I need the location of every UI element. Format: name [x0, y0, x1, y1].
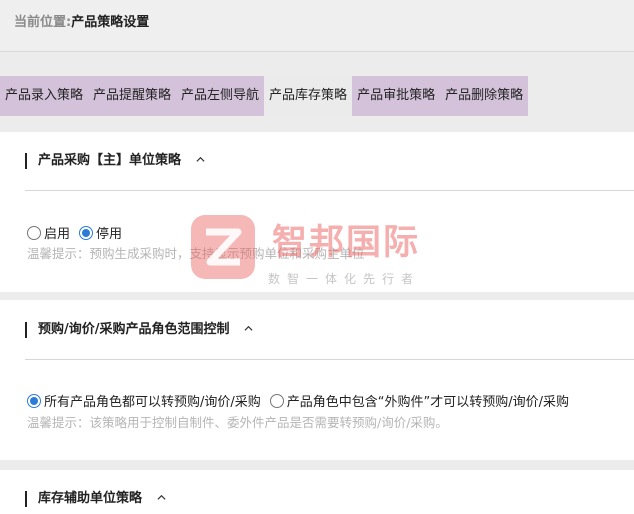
section-divider	[25, 359, 634, 360]
section-title: 预购/询价/采购产品角色范围控制	[38, 322, 230, 337]
radio-disable[interactable]: 停用	[79, 223, 122, 242]
section-role-scope: 预购/询价/采购产品角色范围控制 所有产品角色都可以转预购/询价/采购 产品角色…	[0, 300, 634, 460]
breadcrumb: 当前位置:产品策略设置	[0, 0, 634, 52]
radio-all-roles[interactable]: 所有产品角色都可以转预购/询价/采购	[27, 391, 261, 410]
radio-button[interactable]	[27, 225, 41, 240]
radio-label: 启用	[44, 227, 71, 242]
chevron-up-icon[interactable]	[196, 155, 205, 164]
chevron-up-icon[interactable]	[244, 324, 253, 333]
radio-label: 所有产品角色都可以转预购/询价/采购	[44, 395, 261, 410]
section-header[interactable]: 库存辅助单位策略	[25, 491, 166, 507]
radio-button-checked[interactable]	[27, 393, 41, 408]
tab-product-left-nav[interactable]: 产品左侧导航	[176, 76, 265, 116]
section-header[interactable]: 产品采购【主】单位策略	[25, 153, 205, 169]
tab-product-approval[interactable]: 产品审批策略	[352, 76, 441, 116]
radio-label: 产品角色中包含“外购件”才可以转预购/询价/采购	[286, 395, 569, 410]
radio-group-purchase-unit: 启用 停用	[27, 223, 131, 242]
section-divider	[25, 190, 634, 191]
radio-outsourced-only[interactable]: 产品角色中包含“外购件”才可以转预购/询价/采购	[269, 391, 569, 410]
tab-product-reminder[interactable]: 产品提醒策略	[88, 76, 177, 116]
radio-group-role-scope: 所有产品角色都可以转预购/询价/采购 产品角色中包含“外购件”才可以转预购/询价…	[27, 391, 578, 410]
section-title: 产品采购【主】单位策略	[38, 153, 182, 168]
breadcrumb-prefix: 当前位置:	[14, 15, 72, 30]
radio-button-checked[interactable]	[79, 225, 94, 240]
hint-text: 温馨提示：预购生成采购时，支持显示预购单位和采购主单位	[27, 246, 365, 261]
hint-text: 温馨提示：该策略用于控制自制件、委外件产品是否需要转预购/询价/采购。	[27, 415, 448, 430]
tab-product-entry[interactable]: 产品录入策略	[0, 76, 89, 116]
strategy-tabs: 产品录入策略 产品提醒策略 产品左侧导航 产品库存策略 产品审批策略 产品删除策…	[0, 76, 529, 116]
radio-button[interactable]	[269, 393, 284, 408]
tab-product-delete[interactable]: 产品删除策略	[440, 76, 529, 116]
section-aux-unit: 库存辅助单位策略	[0, 470, 634, 514]
section-header[interactable]: 预购/询价/采购产品角色范围控制	[25, 322, 253, 338]
radio-enable[interactable]: 启用	[27, 223, 70, 242]
section-title: 库存辅助单位策略	[38, 491, 143, 506]
breadcrumb-current: 产品策略设置	[71, 15, 150, 30]
radio-label: 停用	[96, 227, 123, 242]
section-purchase-unit: 产品采购【主】单位策略 启用 停用 温馨提示：预购生成采购时，支持显示预购单位和…	[0, 132, 634, 292]
chevron-up-icon[interactable]	[157, 493, 166, 502]
tab-product-inventory[interactable]: 产品库存策略	[264, 76, 353, 116]
